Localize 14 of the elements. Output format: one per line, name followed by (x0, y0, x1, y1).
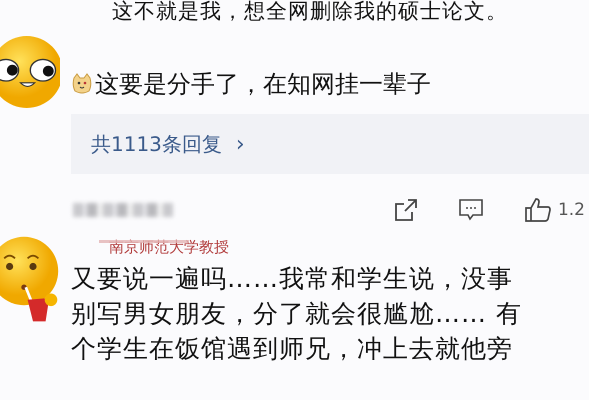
replies-link[interactable]: 共1113条回复 (91, 130, 222, 158)
like-count: 1.2 (558, 200, 585, 220)
replies-panel[interactable]: 共1113条回复 › (71, 114, 589, 174)
chevron-icon: › (236, 132, 245, 156)
comment-text: 别写男女朋友，分了就会很尴尬…… 有 (71, 298, 523, 330)
annotation-text: 南京师范大学教授 (109, 238, 229, 257)
comment-text: 又要说一遍吗……我常和学生说，没事 (71, 263, 514, 295)
dog-face-icon (71, 73, 93, 95)
comment-text: 这不就是我，想全网删除我的硕士论文。 (112, 0, 509, 22)
comment-text: 这要是分手了，在知网挂一辈子 (95, 69, 431, 100)
share-icon[interactable] (394, 198, 418, 222)
comment-text: 个学生在饭馆遇到师兄，冲上去就他旁 (71, 333, 514, 365)
thumbs-up-icon[interactable] (524, 197, 552, 223)
comment-icon[interactable] (458, 198, 484, 222)
